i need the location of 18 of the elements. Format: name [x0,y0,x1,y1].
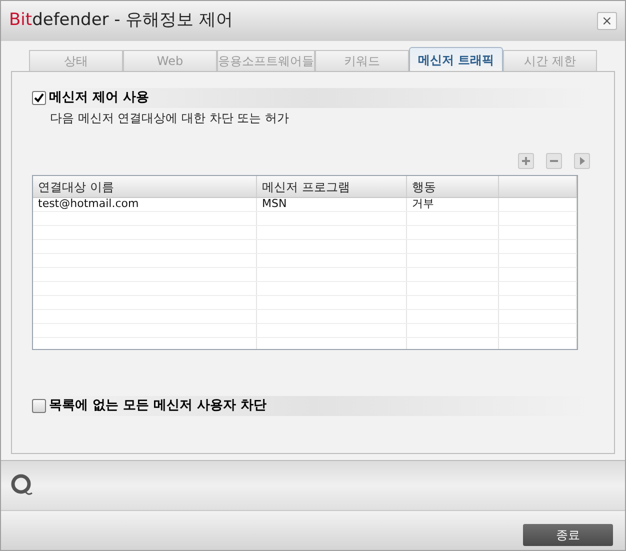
tab[interactable]: 메신저 트래픽 [409,47,503,71]
close-button[interactable]: × [597,12,617,30]
checkbox-label: 메신저 제어 사용 [49,89,150,108]
checkbox-label: 목록에 없는 모든 메신저 사용자 차단 [49,397,267,416]
column-header[interactable]: 행동 [407,176,499,197]
checkbox[interactable] [32,91,46,105]
close-button[interactable]: 종료 [523,524,613,546]
play-icon[interactable] [574,153,590,169]
table-cell: MSN [257,198,407,211]
description-text: 다음 메신저 연결대상에 대한 차단 또는 허가 [50,110,290,127]
minus-icon[interactable] [546,153,562,169]
checkbox[interactable] [32,399,46,413]
table-cell: test@hotmail.com [33,198,257,211]
table-cell: 거부 [407,198,499,211]
window-title: Bitdefender - 유해정보 제어 [9,9,234,32]
column-header[interactable]: 메신저 프로그램 [257,176,407,197]
plus-icon[interactable] [518,153,534,169]
column-header[interactable]: 연결대상 이름 [33,176,257,197]
